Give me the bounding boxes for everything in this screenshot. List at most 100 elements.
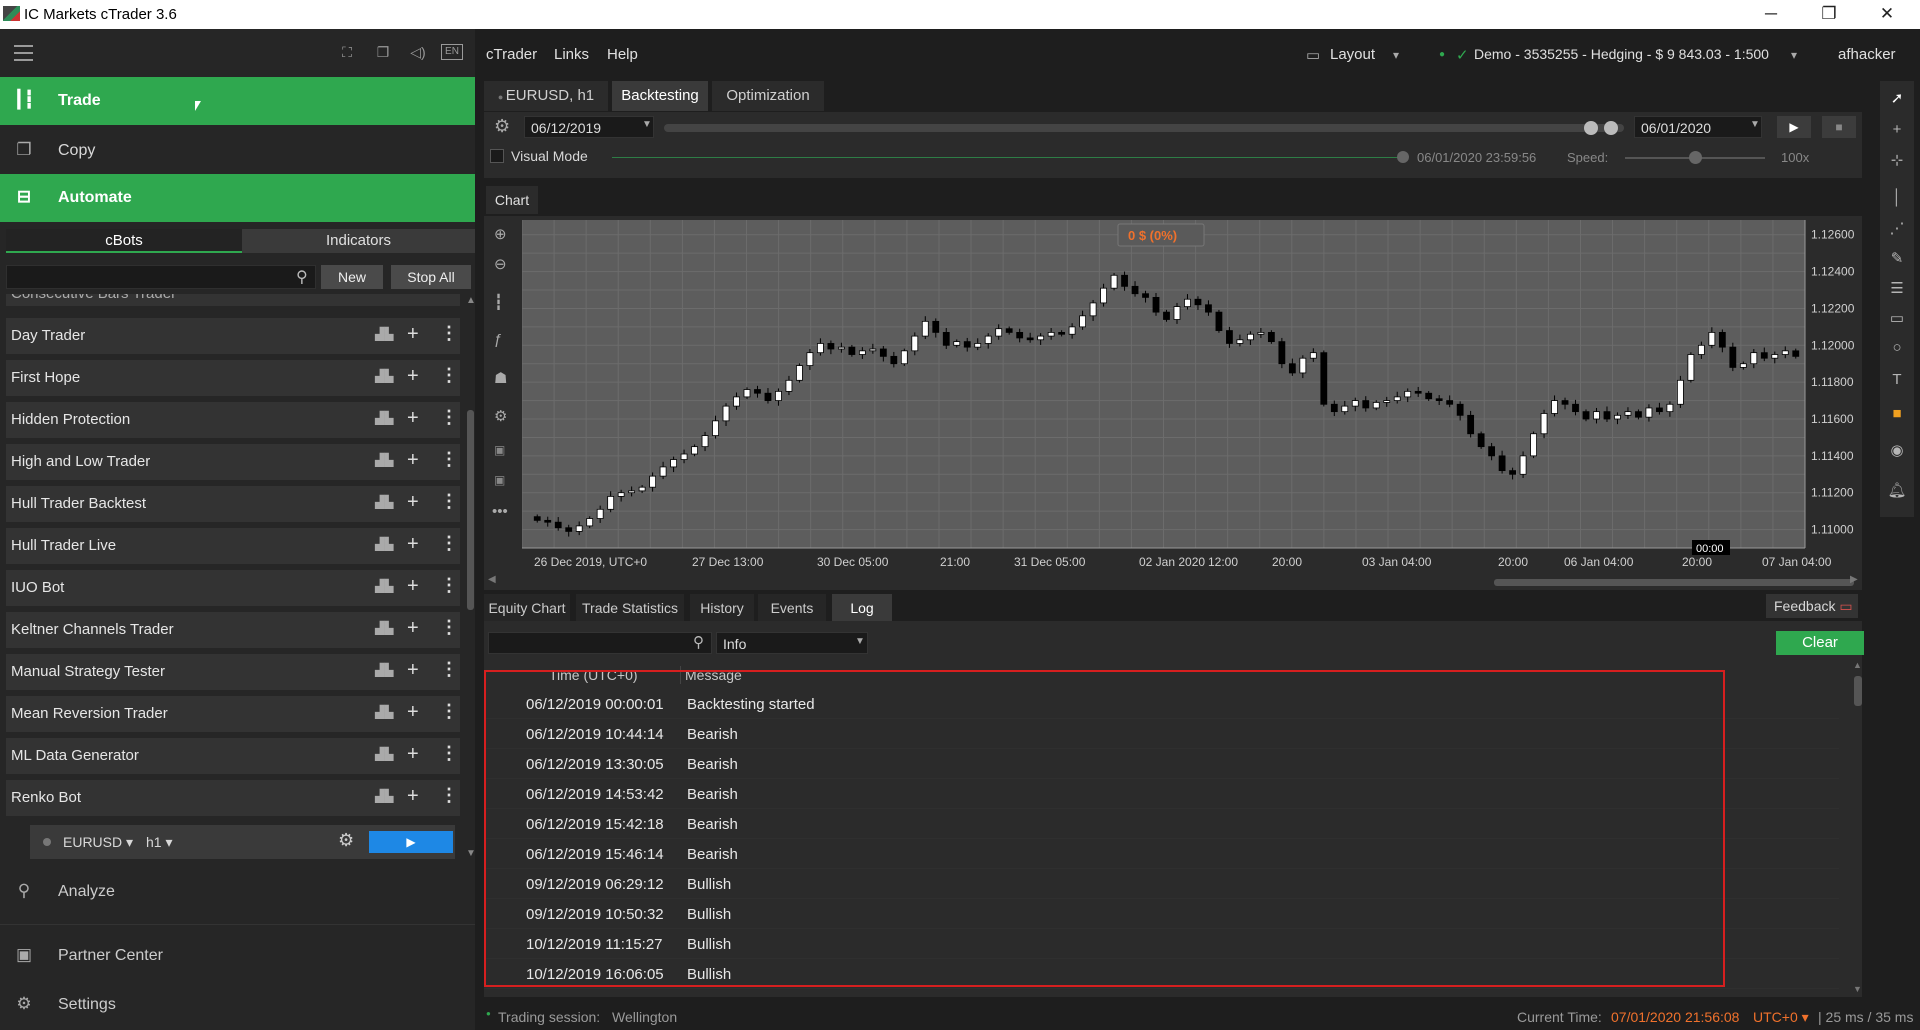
fullscreen-icon[interactable]: ⛶ bbox=[337, 44, 357, 62]
add-instance-icon[interactable]: + bbox=[407, 407, 419, 430]
add-instance-icon[interactable]: + bbox=[407, 449, 419, 472]
minimize-button[interactable]: ─ bbox=[1742, 0, 1800, 29]
layout-arrow-icon[interactable]: ▾ bbox=[1393, 48, 1399, 62]
tab-chart[interactable]: Chart bbox=[486, 186, 538, 214]
bot-item[interactable]: Manual Strategy Tester ▟▙ + ⋮ bbox=[6, 654, 460, 690]
log-scrollbar[interactable]: ▲ ▼ bbox=[1853, 660, 1863, 996]
instance-symbol[interactable]: EURUSD ▾ bbox=[63, 834, 133, 851]
more-options-icon[interactable]: ⋮ bbox=[440, 407, 458, 428]
vertical-line-icon[interactable]: │ bbox=[1880, 189, 1914, 213]
account-arrow-icon[interactable]: ▾ bbox=[1791, 48, 1797, 62]
instances-icon[interactable]: ▟▙ bbox=[375, 747, 393, 763]
end-date-picker[interactable]: 06/01/2020 bbox=[1634, 116, 1762, 138]
add-instance-icon[interactable]: + bbox=[407, 701, 419, 724]
instances-icon[interactable]: ▟▙ bbox=[375, 369, 393, 385]
speed-slider[interactable] bbox=[1625, 151, 1765, 164]
add-instance-icon[interactable]: + bbox=[407, 323, 419, 346]
account-selector[interactable]: Demo - 3535255 - Hedging - $ 9 843.03 - … bbox=[1474, 46, 1769, 62]
more-options-icon[interactable]: ⋮ bbox=[440, 701, 458, 722]
properties-icon[interactable]: ⚙ bbox=[494, 407, 507, 425]
add-instance-icon[interactable]: + bbox=[407, 491, 419, 514]
instances-icon[interactable]: ▟▙ bbox=[375, 327, 393, 343]
more-options-icon[interactable]: ⋮ bbox=[440, 491, 458, 512]
instances-icon[interactable]: ▟▙ bbox=[375, 453, 393, 469]
more-options-icon[interactable]: ⋮ bbox=[440, 533, 458, 554]
add-instance-icon[interactable]: + bbox=[407, 617, 419, 640]
add-instance-icon[interactable]: + bbox=[407, 533, 419, 556]
bot-item[interactable]: Hull Trader Live ▟▙ + ⋮ bbox=[6, 528, 460, 564]
bot-item[interactable]: Day Trader ▟▙ + ⋮ bbox=[6, 318, 460, 354]
camera-icon[interactable]: ◉ bbox=[1880, 441, 1914, 465]
log-search-input[interactable] bbox=[488, 632, 712, 654]
more-options-icon[interactable]: ⋮ bbox=[440, 785, 458, 806]
tab-cbots[interactable]: cBots bbox=[6, 229, 242, 253]
rectangle-icon[interactable]: ▭ bbox=[1880, 309, 1914, 333]
menu-links[interactable]: Links bbox=[554, 46, 589, 63]
windows-icon[interactable]: ❐ bbox=[373, 44, 393, 62]
tab-log[interactable]: Log bbox=[832, 594, 892, 622]
log-level-select[interactable]: Info bbox=[716, 632, 868, 654]
clear-log-button[interactable]: Clear bbox=[1776, 631, 1864, 655]
stop-all-button[interactable]: Stop All bbox=[391, 265, 471, 289]
more-options-icon[interactable]: ⋮ bbox=[440, 575, 458, 596]
start-bot-button[interactable]: ▶ bbox=[369, 831, 453, 853]
instances-icon[interactable]: ▟▙ bbox=[375, 495, 393, 511]
add-instance-icon[interactable]: + bbox=[407, 659, 419, 682]
menu-help[interactable]: Help bbox=[607, 46, 638, 63]
indicator-icon[interactable]: ƒ bbox=[494, 331, 502, 348]
more-options-icon[interactable]: ⋮ bbox=[440, 617, 458, 638]
feedback-button[interactable]: Feedback ▭ bbox=[1766, 594, 1858, 618]
bot-item[interactable]: Renko Bot ▟▙ + ⋮ bbox=[6, 780, 460, 816]
tab-history[interactable]: History bbox=[690, 594, 754, 622]
date-range-slider[interactable] bbox=[664, 121, 1624, 135]
hamburger-menu-icon[interactable] bbox=[14, 45, 33, 61]
instances-icon[interactable]: ▟▙ bbox=[375, 411, 393, 427]
sound-icon[interactable]: ◁) bbox=[408, 44, 428, 62]
zoom-out-icon[interactable]: ⊖ bbox=[494, 255, 507, 273]
tab-symbol[interactable]: ● EURUSD, h1 bbox=[484, 81, 608, 111]
measure-icon[interactable]: ⊹ bbox=[1880, 151, 1914, 175]
crosshair-icon[interactable]: + bbox=[1880, 121, 1914, 145]
nav-analyze[interactable]: ⚲ Analyze bbox=[0, 868, 475, 916]
bot-item[interactable]: Keltner Channels Trader ▟▙ + ⋮ bbox=[6, 612, 460, 648]
more-icon[interactable]: ••• bbox=[492, 503, 508, 520]
search-icon[interactable]: ⚲ bbox=[296, 267, 308, 287]
more-options-icon[interactable]: ⋮ bbox=[440, 323, 458, 344]
bot-item[interactable]: Consecutive Bars Trader bbox=[6, 294, 460, 306]
alert-icon[interactable]: 🔔︎ bbox=[1880, 481, 1914, 505]
timezone-selector[interactable]: UTC+0 ▾ bbox=[1753, 1009, 1809, 1026]
bots-search-input[interactable] bbox=[6, 265, 316, 289]
instances-icon[interactable]: ▟▙ bbox=[375, 621, 393, 637]
start-date-picker[interactable]: 06/12/2019 bbox=[524, 116, 654, 138]
bot-item[interactable]: Mean Reversion Trader ▟▙ + ⋮ bbox=[6, 696, 460, 732]
bot-item[interactable]: IUO Bot ▟▙ + ⋮ bbox=[6, 570, 460, 606]
chart-type-icon[interactable]: ┇ bbox=[494, 293, 503, 311]
language-icon[interactable]: EN bbox=[441, 44, 463, 60]
tab-events[interactable]: Events bbox=[758, 594, 826, 622]
add-instance-icon[interactable]: + bbox=[407, 743, 419, 766]
ellipse-icon[interactable]: ○ bbox=[1880, 339, 1914, 363]
pen-icon[interactable]: ✎ bbox=[1880, 249, 1914, 273]
nav-settings[interactable]: ⚙ Settings bbox=[0, 981, 475, 1029]
zoom-in-icon[interactable]: ⊕ bbox=[494, 225, 507, 243]
bot-item[interactable]: Hull Trader Backtest ▟▙ + ⋮ bbox=[6, 486, 460, 522]
bot-item[interactable]: High and Low Trader ▟▙ + ⋮ bbox=[6, 444, 460, 480]
search-icon[interactable]: ⚲ bbox=[693, 633, 704, 651]
candlestick-chart[interactable]: 1.12600 1.12400 1.12200 1.12000 1.11800 1.116… bbox=[522, 216, 1862, 574]
sync-icon[interactable]: ▣ bbox=[494, 473, 505, 487]
menu-ctrader[interactable]: cTrader bbox=[486, 46, 537, 63]
stop-button[interactable]: ■ bbox=[1822, 116, 1856, 138]
more-options-icon[interactable]: ⋮ bbox=[440, 659, 458, 680]
tab-indicators[interactable]: Indicators bbox=[242, 229, 475, 253]
more-options-icon[interactable]: ⋮ bbox=[440, 743, 458, 764]
object-manager-icon[interactable]: ▣ bbox=[494, 443, 505, 457]
instances-icon[interactable]: ▟▙ bbox=[375, 537, 393, 553]
more-options-icon[interactable]: ⋮ bbox=[440, 449, 458, 470]
visual-mode-checkbox[interactable] bbox=[490, 149, 504, 163]
settings-gear-icon[interactable]: ⚙ bbox=[494, 116, 510, 137]
tab-stats[interactable]: Trade Statistics bbox=[576, 594, 684, 622]
chart-scrollbar[interactable]: ◀ ▶ bbox=[484, 574, 1862, 590]
close-button[interactable]: ✕ bbox=[1858, 0, 1916, 29]
instances-icon[interactable]: ▟▙ bbox=[375, 579, 393, 595]
bot-item[interactable]: Hidden Protection ▟▙ + ⋮ bbox=[6, 402, 460, 438]
